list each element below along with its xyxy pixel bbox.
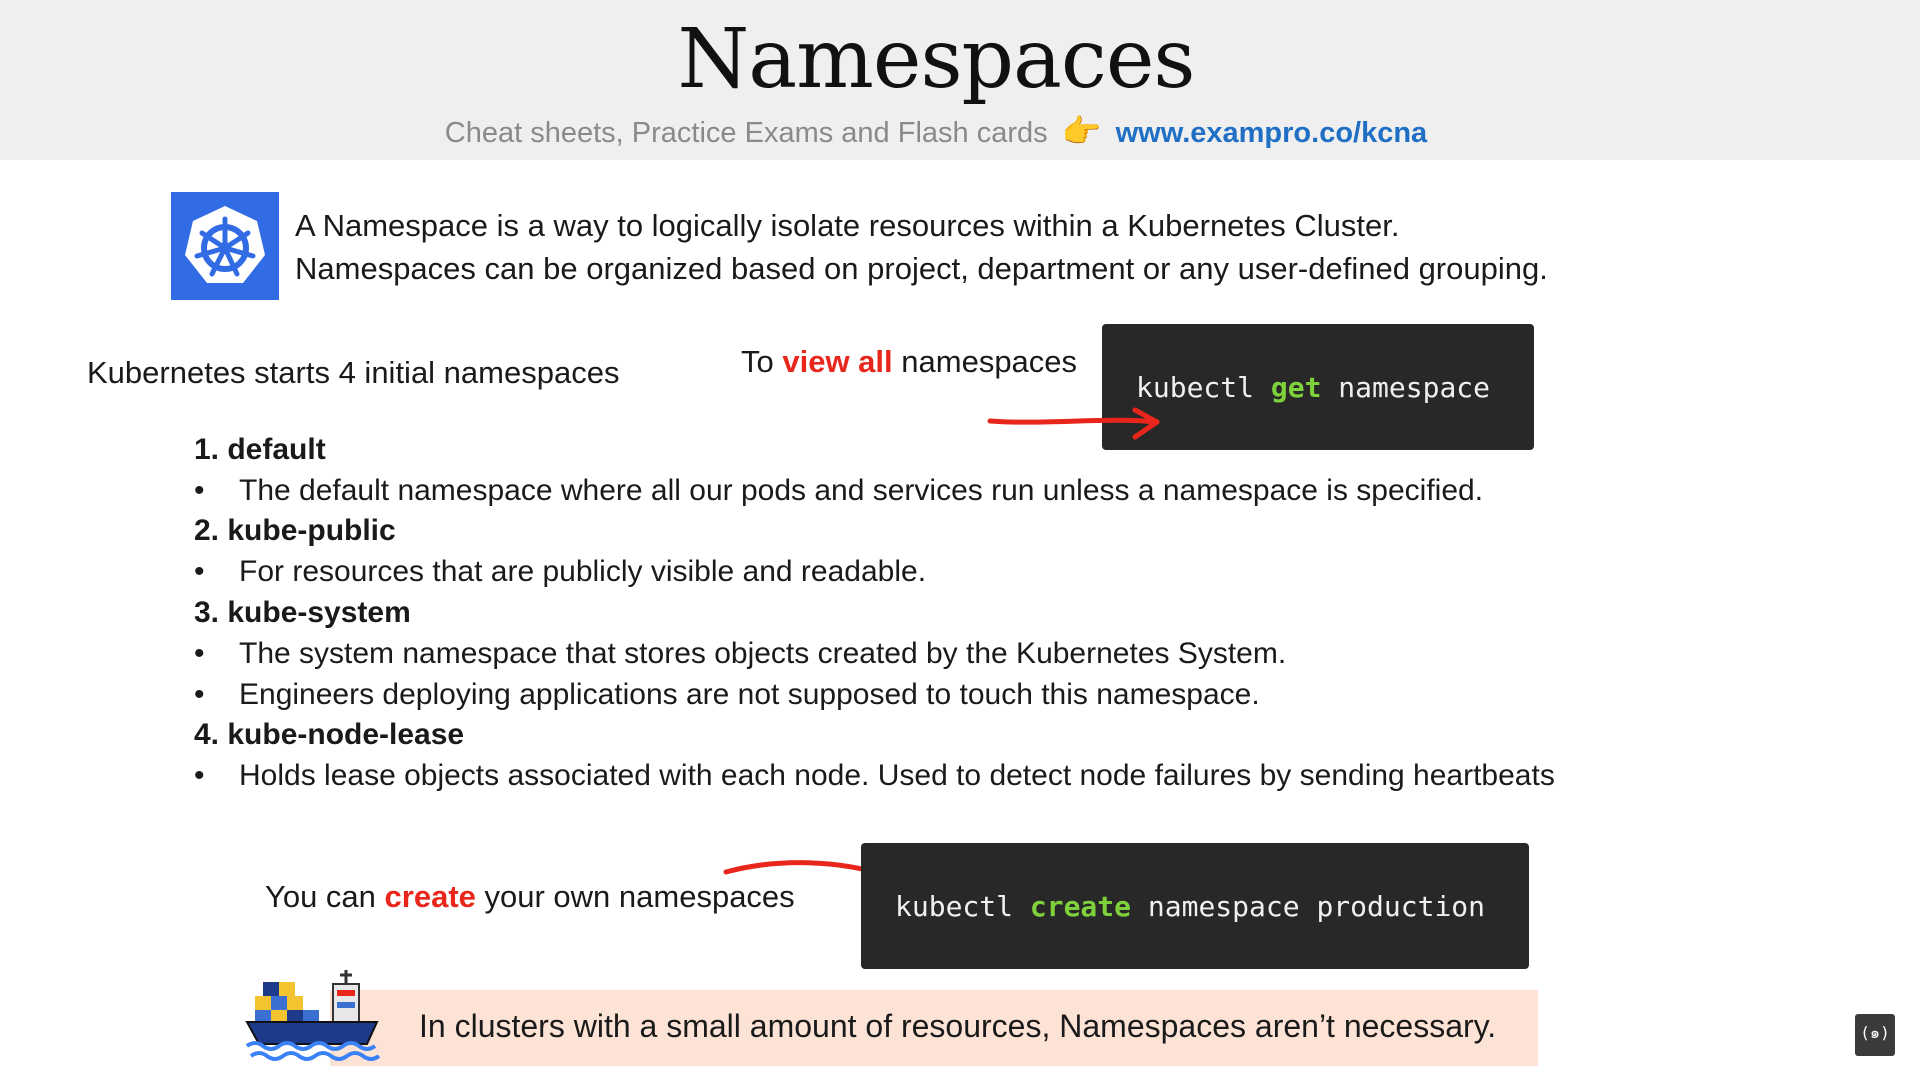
svg-text:(๑): (๑): [1860, 1023, 1889, 1042]
create-highlight: create: [384, 879, 476, 914]
container-ship-icon: [245, 968, 383, 1062]
ns-kube-system-heading: 3. kube-system: [194, 596, 411, 629]
ns-kube-public-bullet: • For resources that are publicly visible…: [194, 555, 926, 589]
view-all-prefix: To: [741, 344, 783, 379]
bullet-dot: •: [194, 637, 205, 670]
bullet-text: Holds lease objects associated with each…: [239, 759, 1555, 792]
page-title: Namespaces: [677, 12, 1196, 107]
cmd-kubectl: kubectl: [895, 889, 1030, 923]
ns-kube-system-bullet-1: • The system namespace that stores object…: [194, 637, 1286, 671]
cmd-kubectl: kubectl: [1136, 370, 1271, 404]
get-namespace-command: kubectl get namespace: [1102, 324, 1534, 450]
initial-namespaces-label: Kubernetes starts 4 initial namespaces: [87, 355, 620, 390]
bullet-dot: •: [194, 474, 205, 507]
exampro-link[interactable]: www.exampro.co/kcna: [1116, 117, 1428, 149]
subtitle-text: Cheat sheets, Practice Exams and Flash c…: [444, 117, 1048, 149]
ns-kube-node-lease-bullet: • Holds lease objects associated with eac…: [194, 759, 1555, 793]
bullet-text: The system namespace that stores objects…: [239, 637, 1287, 670]
freecodecamp-icon: (๑): [1855, 1014, 1895, 1056]
intro-line-1: A Namespace is a way to logically isolat…: [295, 208, 1400, 243]
ns-kube-public-heading: 2. kube-public: [194, 514, 396, 547]
red-arrow-icon: [987, 407, 1160, 440]
intro-line-2: Namespaces can be organized based on pro…: [295, 251, 1548, 286]
create-prefix: You can: [265, 879, 385, 914]
ns-kube-node-lease-heading: 4. kube-node-lease: [194, 718, 465, 751]
note-text: In clusters with a small amount of resou…: [419, 1008, 1497, 1044]
view-all-label: To view all namespaces: [741, 344, 1077, 380]
bullet-dot: •: [194, 555, 205, 588]
view-all-suffix: namespaces: [892, 344, 1078, 379]
cmd-namespace: namespace: [1321, 370, 1491, 404]
bullet-text: For resources that are publicly visible …: [239, 555, 927, 588]
cmd-verb-get: get: [1270, 370, 1322, 404]
bullet-text: The default namespace where all our pods…: [239, 474, 1484, 507]
create-namespace-command: kubectl create namespace production: [861, 843, 1529, 969]
ns-default-bullet: • The default namespace where all our pod…: [194, 474, 1483, 508]
cmd-namespace-production: namespace production: [1131, 889, 1486, 923]
kubernetes-logo-icon: [171, 192, 279, 300]
ns-kube-system-bullet-2: • Engineers deploying applications are no…: [194, 678, 1260, 712]
subtitle: Cheat sheets, Practice Exams and Flash c…: [0, 112, 1872, 150]
bullet-dot: •: [194, 678, 205, 711]
bullet-text: Engineers deploying applications are not…: [239, 678, 1260, 711]
ns-default-heading: 1. default: [194, 433, 326, 466]
cmd-verb-create: create: [1029, 889, 1132, 923]
pointing-hand-icon: 👉: [1061, 113, 1102, 149]
view-all-highlight: view all: [782, 344, 893, 379]
create-label: You can create your own namespaces: [265, 879, 795, 915]
bullet-dot: •: [194, 759, 205, 792]
